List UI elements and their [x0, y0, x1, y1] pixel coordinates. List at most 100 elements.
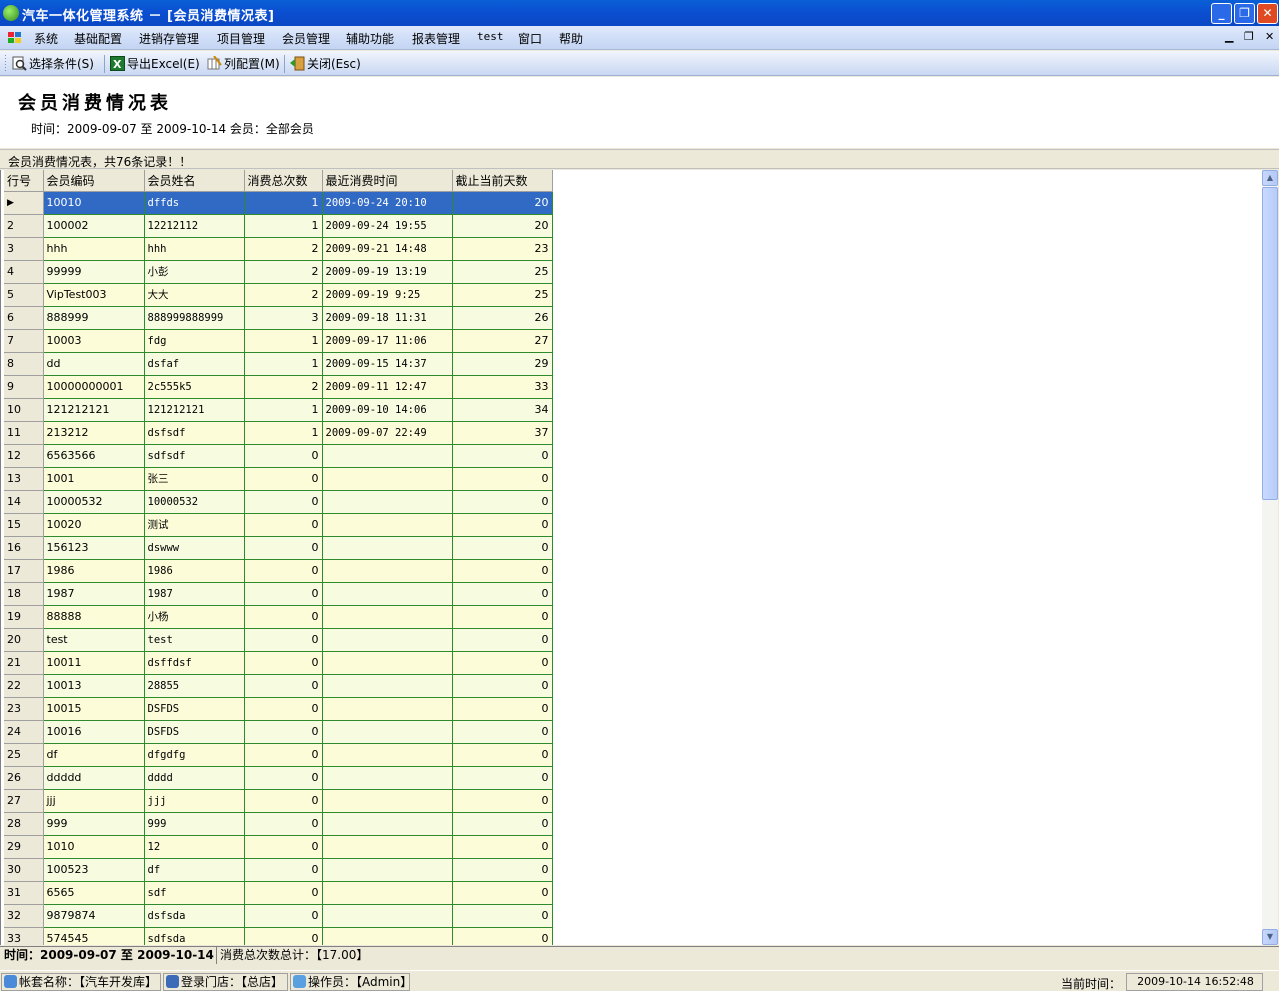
table-row[interactable]: 5 VipTest003 大大 2 2009-09-19 9:25 25	[4, 283, 553, 307]
table-row[interactable]: 2 100002 12212112 1 2009-09-24 19:55 20	[4, 214, 553, 238]
table-row[interactable]: 17 1986 1986 0 0	[4, 559, 553, 583]
row-number-cell[interactable]: 32	[4, 904, 44, 928]
table-row[interactable]: 12 6563566 sdfsdf 0 0	[4, 444, 553, 468]
row-number-cell[interactable]: 3	[4, 237, 44, 261]
row-number-cell[interactable]: 23	[4, 697, 44, 721]
row-number-cell[interactable]: 27	[4, 789, 44, 813]
mdi-restore-button[interactable]: ❐	[1244, 30, 1254, 43]
title-bar[interactable]: 汽车一体化管理系统 － [会员消费情况表] _ ❐ ✕	[0, 0, 1279, 26]
row-number-cell[interactable]: ▶	[4, 191, 44, 215]
row-number-cell[interactable]: 14	[4, 490, 44, 514]
column-config-button[interactable]: 列配置(M)	[207, 55, 280, 73]
table-row[interactable]: 18 1987 1987 0 0	[4, 582, 553, 606]
close-report-button[interactable]: 关闭(Esc)	[290, 55, 361, 73]
menu-members[interactable]: 会员管理	[282, 30, 330, 47]
table-row[interactable]: 8 dd dsfaf 1 2009-09-15 14:37 29	[4, 352, 553, 376]
row-number-cell[interactable]: 17	[4, 559, 44, 583]
row-number-cell[interactable]: 13	[4, 467, 44, 491]
table-row[interactable]: 24 10016 DSFDS 0 0	[4, 720, 553, 744]
menu-window[interactable]: 窗口	[518, 30, 542, 47]
visit-count-cell: 0	[244, 513, 323, 537]
row-number-cell[interactable]: 33	[4, 927, 44, 945]
table-row[interactable]: 4 99999 小彭 2 2009-09-19 13:19 25	[4, 260, 553, 284]
table-row[interactable]: 13 1001 张三 0 0	[4, 467, 553, 491]
menu-test[interactable]: test	[477, 30, 504, 43]
row-number-cell[interactable]: 20	[4, 628, 44, 652]
table-row[interactable]: 32 9879874 dsfsda 0 0	[4, 904, 553, 928]
row-number-cell[interactable]: 28	[4, 812, 44, 836]
minimize-button[interactable]: _	[1211, 3, 1232, 24]
table-row[interactable]: 16 156123 dswww 0 0	[4, 536, 553, 560]
menu-tools[interactable]: 辅助功能	[346, 30, 394, 47]
menu-help[interactable]: 帮助	[559, 30, 583, 47]
row-number-cell[interactable]: 7	[4, 329, 44, 353]
menu-inventory[interactable]: 进销存管理	[139, 30, 199, 47]
select-conditions-button[interactable]: 选择条件(S)	[12, 55, 94, 73]
row-number-cell[interactable]: 9	[4, 375, 44, 399]
vertical-scrollbar[interactable]: ▲ ▼	[1262, 170, 1278, 945]
row-number-cell[interactable]: 31	[4, 881, 44, 905]
row-number-cell[interactable]: 6	[4, 306, 44, 330]
table-row[interactable]: 33 574545 sdfsda 0 0	[4, 927, 553, 945]
restore-button[interactable]: ❐	[1234, 3, 1255, 24]
col-header-visit-count[interactable]: 消费总次数	[244, 170, 323, 192]
table-row[interactable]: 30 100523 df 0 0	[4, 858, 553, 882]
table-row[interactable]: 9 10000000001 2c555k5 2 2009-09-11 12:47 33	[4, 375, 553, 399]
table-row[interactable]: 7 10003 fdg 1 2009-09-17 11:06 27	[4, 329, 553, 353]
row-number-cell[interactable]: 26	[4, 766, 44, 790]
scroll-up-icon[interactable]: ▲	[1262, 170, 1278, 186]
scrollbar-thumb[interactable]	[1262, 187, 1278, 500]
row-number-cell[interactable]: 2	[4, 214, 44, 238]
table-row[interactable]: 31 6565 sdf 0 0	[4, 881, 553, 905]
table-row[interactable]: 21 10011 dsffdsf 0 0	[4, 651, 553, 675]
table-row[interactable]: 15 10020 测试 0 0	[4, 513, 553, 537]
col-header-row-number[interactable]: 行号	[4, 170, 44, 192]
table-row[interactable]: 29 1010 12 0 0	[4, 835, 553, 859]
row-number-cell[interactable]: 5	[4, 283, 44, 307]
close-window-button[interactable]: ✕	[1257, 3, 1278, 24]
row-number-cell[interactable]: 12	[4, 444, 44, 468]
table-row[interactable]: 14 10000532 10000532 0 0	[4, 490, 553, 514]
row-number-cell[interactable]: 16	[4, 536, 44, 560]
row-number-cell[interactable]: 11	[4, 421, 44, 445]
table-row[interactable]: 25 df dfgdfg 0 0	[4, 743, 553, 767]
row-number-cell[interactable]: 4	[4, 260, 44, 284]
menu-reports[interactable]: 报表管理	[412, 30, 460, 47]
mdi-close-button[interactable]: ✕	[1265, 30, 1274, 43]
member-code-cell: 6565	[43, 881, 145, 905]
row-number-cell[interactable]: 8	[4, 352, 44, 376]
menu-system[interactable]: 系统	[34, 30, 58, 47]
table-row[interactable]: 19 88888 小杨 0 0	[4, 605, 553, 629]
scroll-down-icon[interactable]: ▼	[1262, 929, 1278, 945]
table-row[interactable]: 26 ddddd dddd 0 0	[4, 766, 553, 790]
export-excel-button[interactable]: X 导出Excel(E)	[110, 55, 200, 73]
table-row[interactable]: 28 999 999 0 0	[4, 812, 553, 836]
row-number-cell[interactable]: 18	[4, 582, 44, 606]
mdi-minimize-button[interactable]: ▁	[1225, 30, 1233, 43]
menu-basic-config[interactable]: 基础配置	[74, 30, 122, 47]
table-row[interactable]: 22 10013 28855 0 0	[4, 674, 553, 698]
row-number-cell[interactable]: 15	[4, 513, 44, 537]
col-header-last-visit[interactable]: 最近消费时间	[322, 170, 453, 192]
row-number-cell[interactable]: 29	[4, 835, 44, 859]
table-row[interactable]: 27 jjj jjj 0 0	[4, 789, 553, 813]
table-row[interactable]: 23 10015 DSFDS 0 0	[4, 697, 553, 721]
row-number-cell[interactable]: 30	[4, 858, 44, 882]
table-row[interactable]: 10 121212121 121212121 1 2009-09-10 14:06 34	[4, 398, 553, 422]
table-row[interactable]: ▶ 10010 dffds 1 2009-09-24 20:10 20	[4, 191, 553, 215]
data-grid[interactable]: 行号 会员编码 会员姓名 消费总次数 最近消费时间 截止当前天数 ▶ 10010 d…	[0, 170, 1262, 945]
col-header-member-code[interactable]: 会员编码	[43, 170, 145, 192]
row-number-cell[interactable]: 24	[4, 720, 44, 744]
table-row[interactable]: 3 hhh hhh 2 2009-09-21 14:48 23	[4, 237, 553, 261]
row-number-cell[interactable]: 19	[4, 605, 44, 629]
table-row[interactable]: 20 test test 0 0	[4, 628, 553, 652]
col-header-member-name[interactable]: 会员姓名	[144, 170, 245, 192]
row-number-cell[interactable]: 10	[4, 398, 44, 422]
menu-projects[interactable]: 项目管理	[217, 30, 265, 47]
col-header-days-since[interactable]: 截止当前天数	[452, 170, 553, 192]
table-row[interactable]: 6 888999 888999888999 3 2009-09-18 11:31 26	[4, 306, 553, 330]
row-number-cell[interactable]: 25	[4, 743, 44, 767]
row-number-cell[interactable]: 21	[4, 651, 44, 675]
table-row[interactable]: 11 213212 dsfsdf 1 2009-09-07 22:49 37	[4, 421, 553, 445]
row-number-cell[interactable]: 22	[4, 674, 44, 698]
